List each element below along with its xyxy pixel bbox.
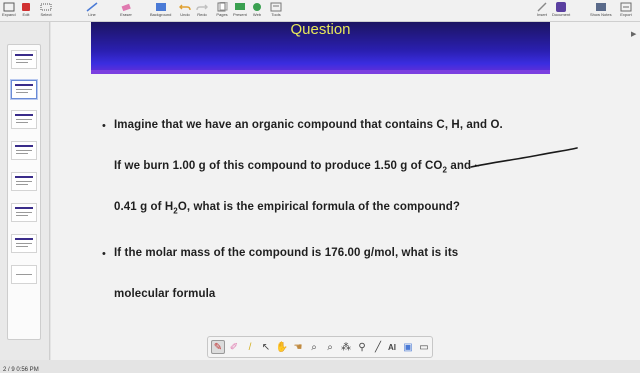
highlighter-tool-button[interactable]: ✐ [227,340,241,354]
pointer-tool-button[interactable]: ↖ [259,340,273,354]
web-button[interactable]: Web [251,2,263,20]
line-tool-icon: ╱ [374,341,382,353]
export-icon [620,2,632,12]
screenshot-tool-button[interactable]: ▣ [401,340,415,354]
magic-wand-tool-button[interactable]: ⁂ [339,340,353,354]
bullet: • [102,248,106,260]
document-button[interactable]: Document [552,2,570,20]
text-icon: AI [388,342,396,352]
line-2-end: and [447,160,472,172]
slide-thumbnail[interactable] [11,110,37,129]
marker-icon: / [248,341,252,353]
expand-button[interactable]: Expand [2,2,16,20]
line-icon [86,2,98,12]
right-collapse-arrow-icon[interactable]: ▶ [631,30,636,38]
slide-thumbnail[interactable] [11,80,37,99]
page-indicator: 2 / 9 0:56 PM [3,367,39,373]
question-line-4: If the molar mass of the compound is 176… [114,247,459,259]
web-icon [253,3,261,11]
highlighter-icon: ✐ [229,341,239,353]
eraser-icon [121,3,131,12]
slide-thumbnail[interactable] [11,265,37,284]
text-tool-button[interactable]: AI [385,340,399,354]
spotlight-icon: ⚲ [358,341,366,353]
zoom-icon: ⌕ [311,341,317,353]
title-banner: Question [91,22,550,74]
slide-thumbnail[interactable] [11,172,37,191]
hand-alt-icon: ☚ [293,341,303,353]
undo-icon [179,4,191,11]
question-line-2: If we burn 1.00 g of this compound to pr… [114,160,471,174]
tools-icon [270,2,282,12]
line-3-text: O, what is the empirical formula of the … [177,201,461,213]
slide-thumbnail[interactable] [11,50,37,69]
bottom-tool-bar: ✎ ✐ / ↖ ✋ ☚ ⌕ ⌕ ⁂ ⚲ ╱ AI ▣ ▭ [207,336,433,358]
document-icon [556,2,567,12]
thumbnail-strip[interactable] [7,44,41,340]
present-icon [234,3,245,10]
hand-icon: ✋ [275,341,289,353]
show-notes-button[interactable]: Show Notes [590,2,612,20]
background-icon [155,3,166,11]
present-button[interactable]: Present [233,2,247,20]
insert-button[interactable]: Insert [536,2,548,20]
pointer-icon: ↖ [261,341,271,353]
zoom-alt-tool-button[interactable]: ⌕ [323,340,337,354]
line-3-start: 0.41 g of H [114,201,174,213]
expand-icon [3,2,15,12]
eraser-button[interactable]: Eraser [120,2,132,20]
undo-button[interactable]: Undo [179,2,191,20]
pages-button[interactable]: Pages [216,2,228,20]
hand-alt-tool-button[interactable]: ☚ [291,340,305,354]
question-line-1: Imagine that we have an organic compound… [114,119,503,131]
zoom-tool-button[interactable]: ⌕ [307,340,321,354]
tools-button[interactable]: Tools [270,2,282,20]
magic-wand-icon: ⁂ [341,341,351,353]
slide-thumbnail[interactable] [11,141,37,160]
zoom-alt-icon: ⌕ [327,341,333,353]
slide-panel: 2 / 9 0:56 PM [0,22,50,373]
slide-title: Question [290,21,351,38]
redo-icon [196,4,208,11]
screenshot-icon: ▣ [403,341,413,353]
select-button[interactable]: Select [40,2,52,20]
question-line-5: molecular formula [114,288,216,300]
pen-tool-button[interactable]: ✎ [211,340,225,354]
line-2-text: If we burn 1.00 g of this compound to pr… [114,160,443,172]
select-icon [40,3,52,11]
line-tool-button[interactable]: ╱ [371,340,385,354]
notes-icon [595,3,606,11]
ink-underline-annotation [470,147,578,168]
top-toolbar: Expand Edit Select Line Eraser Backgroun… [0,0,640,22]
pages-icon [217,2,228,12]
hand-tool-button[interactable]: ✋ [275,340,289,354]
spotlight-tool-button[interactable]: ⚲ [355,340,369,354]
export-button[interactable]: Export [620,2,632,20]
insert-icon [537,2,547,12]
bullet: • [102,120,106,132]
slide-canvas[interactable]: Question • Imagine that we have an organ… [51,22,640,360]
keyboard-icon: ▭ [419,341,429,353]
edit-button[interactable]: Edit [20,2,32,20]
line-button[interactable]: Line [86,2,98,20]
marker-tool-button[interactable]: / [243,340,257,354]
redo-button[interactable]: Redo [196,2,208,20]
pen-icon: ✎ [213,341,223,353]
slide-thumbnail[interactable] [11,234,37,253]
background-button[interactable]: Background [150,2,171,20]
question-line-3: 0.41 g of H2O, what is the empirical for… [114,201,460,215]
keyboard-tool-button[interactable]: ▭ [417,340,431,354]
slide-thumbnail[interactable] [11,203,37,222]
edit-icon [22,3,30,11]
